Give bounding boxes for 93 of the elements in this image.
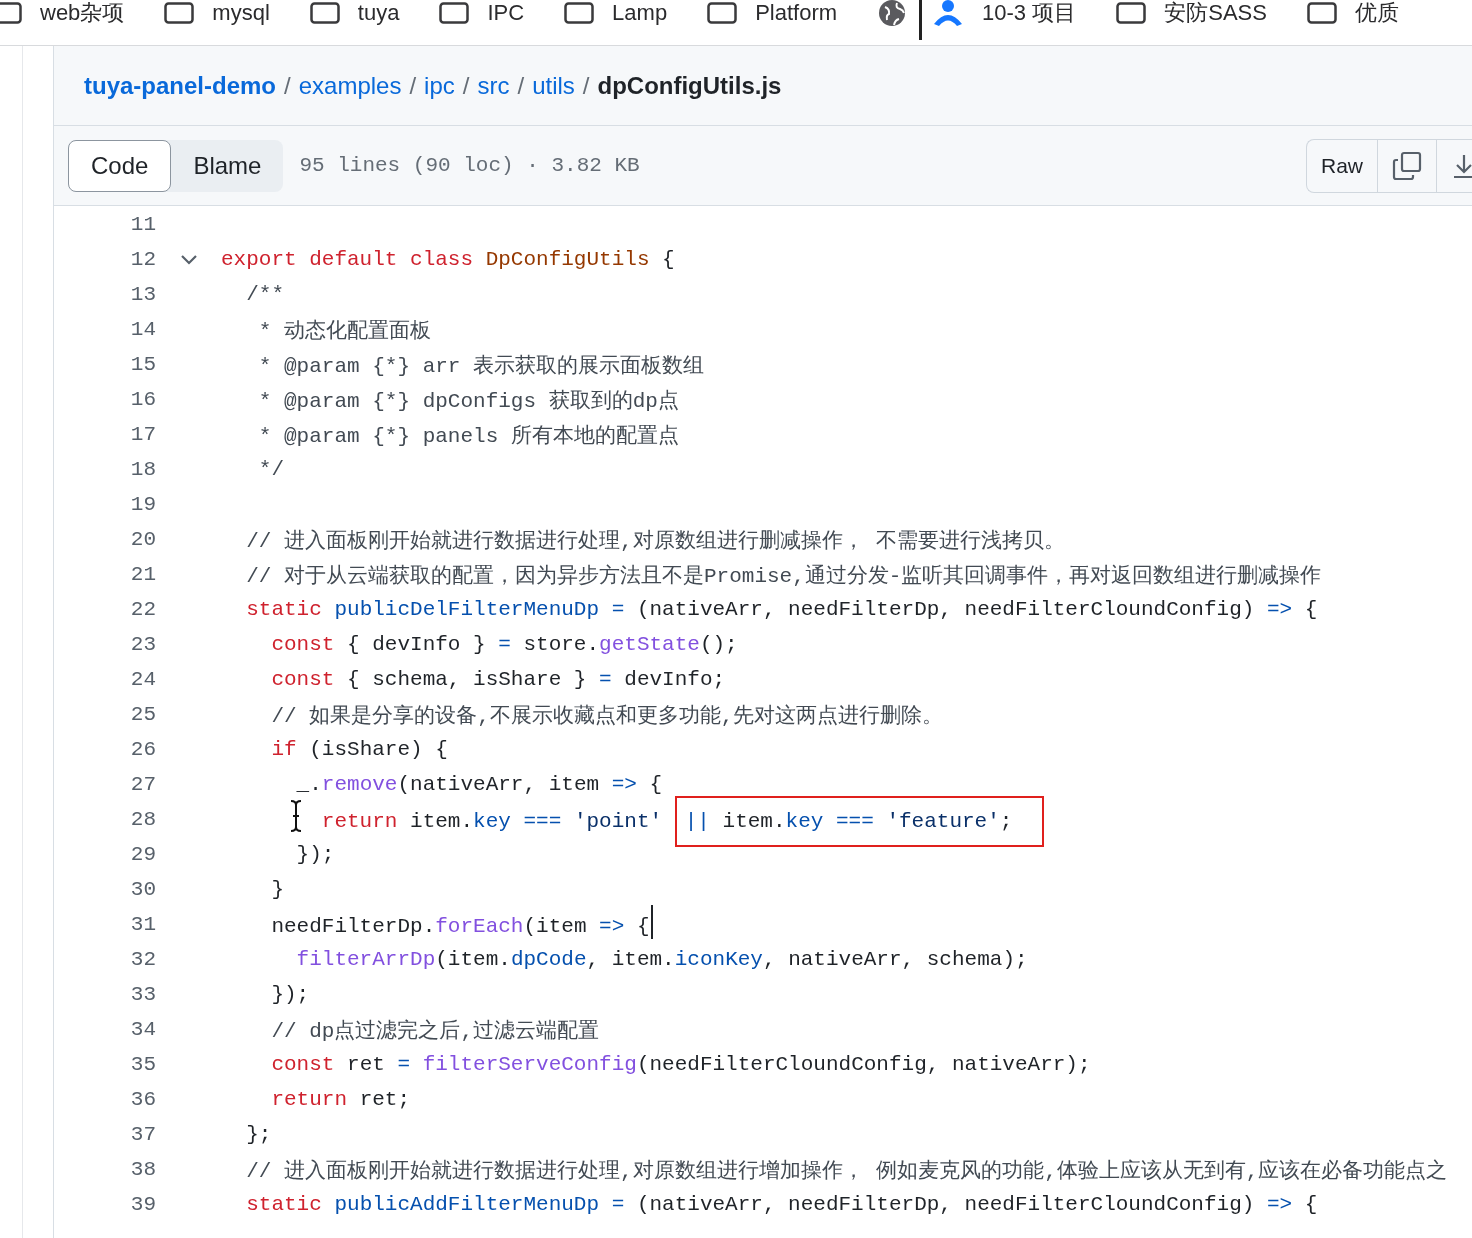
line-number: 24 xyxy=(129,668,156,691)
line-number: 25 xyxy=(129,703,156,726)
line-number: 18 xyxy=(129,458,156,481)
line-number: 32 xyxy=(129,948,156,971)
line-number: 28 xyxy=(129,808,156,831)
bookmark-folder[interactable]: Platform xyxy=(707,0,838,26)
code-line: // 如果是分享的设备,不展示收藏点和更多功能,先对这两点进行删除。 xyxy=(270,703,944,729)
line-number: 36 xyxy=(129,1088,156,1111)
path-separator: / xyxy=(409,71,417,100)
line-number: 21 xyxy=(129,563,156,586)
line-number: 22 xyxy=(129,598,156,621)
line-number: 20 xyxy=(129,528,156,551)
path-separator: / xyxy=(517,71,525,100)
line-number: 14 xyxy=(129,318,156,341)
bookmark-folder[interactable]: mysql xyxy=(164,0,270,26)
bookmark-link[interactable]: 10-3 项目 xyxy=(932,0,1077,28)
line-number: 27 xyxy=(129,773,156,796)
line-number: 34 xyxy=(129,1018,156,1041)
code-line: // dp点过滤完之后,过滤云端配置 xyxy=(270,1018,600,1044)
code-line: }); xyxy=(270,983,310,1006)
text-caret xyxy=(650,904,653,939)
line-number: 38 xyxy=(129,1158,156,1181)
code-line: const { schema, isShare } = devInfo; xyxy=(270,668,726,691)
code-line: // 进入面板刚开始就进行数据进行处理,对原数组进行删减操作， 不需要进行浅拷贝。 xyxy=(245,528,1066,554)
code-line: export default class DpConfigUtils { xyxy=(221,248,675,271)
path-separator: / xyxy=(462,71,470,100)
code-line: filterArrDp(item.dpCode, item.iconKey, nativeArr, schema); xyxy=(295,948,1028,971)
line-number: 15 xyxy=(129,353,156,376)
bookmark-folder[interactable]: 安防SASS xyxy=(1116,0,1267,28)
line-number: 30 xyxy=(129,878,156,901)
line-number: 13 xyxy=(129,283,156,306)
view-tab[interactable]: Blame xyxy=(171,139,284,192)
line-number: 29 xyxy=(129,843,156,866)
folder-icon xyxy=(439,1,470,24)
code-line: * @param {*} arr 表示获取的展示面板数组 xyxy=(257,353,705,379)
folder-icon xyxy=(1116,1,1147,24)
line-number: 31 xyxy=(129,913,156,936)
folder-icon xyxy=(707,1,738,24)
chevron-down-icon[interactable] xyxy=(179,253,198,266)
code-line: return ret; xyxy=(270,1088,411,1111)
line-number: 17 xyxy=(129,423,156,446)
file-info: 95 lines (90 loc) · 3.82 KB xyxy=(299,154,640,177)
code-line: }); xyxy=(295,843,335,866)
bookmark-folder[interactable]: Lamp xyxy=(564,0,668,26)
line-number: 11 xyxy=(129,213,156,236)
line-number: 33 xyxy=(129,983,156,1006)
folder-icon xyxy=(309,1,340,24)
code-line: needFilterDp.forEach(item => { xyxy=(221,911,650,938)
path-separator: / xyxy=(582,71,590,100)
bookmark-folder[interactable]: IPC xyxy=(439,0,525,26)
code-line: * @param {*} panels 所有本地的配置点 xyxy=(257,423,679,449)
breadcrumb-link[interactable]: src xyxy=(477,71,510,100)
line-number: 39 xyxy=(129,1193,156,1216)
line-number: 16 xyxy=(129,388,156,411)
folder-icon xyxy=(0,1,22,24)
code-line: const ret = filterServeConfig(needFilterCloundConfig, nativeArr); xyxy=(270,1053,1091,1076)
code-line: // 对于从云端获取的配置，因为异步方法且不是Promise,通过分发-监听其回调事件，再对返回数组进行删减操作 xyxy=(245,563,1322,589)
path-separator: / xyxy=(284,71,291,100)
bookmark-folder[interactable]: web杂项 xyxy=(0,0,125,28)
line-number: 12 xyxy=(129,248,156,271)
text-cursor-icon xyxy=(288,798,303,833)
line-number: 19 xyxy=(129,493,156,516)
bookmark-folder[interactable]: 优质 xyxy=(1306,0,1399,28)
code-line: * 动态化配置面板 xyxy=(257,318,431,344)
line-number: 26 xyxy=(129,738,156,761)
folder-icon xyxy=(164,1,195,24)
code-line: * @param {*} dpConfigs 获取到的dp点 xyxy=(257,388,679,414)
highlight-box: || item.key === 'feature'; xyxy=(674,795,1045,847)
bookmark-folder[interactable]: tuya xyxy=(309,0,400,26)
folder-icon xyxy=(564,1,595,24)
code-line: static publicAddFilterMenuDp = (nativeArr, needFilterDp, needFilterCloundConfig) => { xyxy=(245,1193,1318,1216)
code-line: _.remove(nativeArr, item => { xyxy=(295,773,663,796)
line-number: 35 xyxy=(129,1053,156,1076)
code-line: } xyxy=(270,878,284,901)
view-tab[interactable]: Code xyxy=(68,139,172,192)
code-line: */ xyxy=(257,458,284,481)
code-line: }; xyxy=(245,1123,272,1146)
breadcrumb-link[interactable]: utils xyxy=(532,71,575,100)
breadcrumb-link[interactable]: tuya-panel-demo xyxy=(84,71,277,100)
copy-icon xyxy=(1392,150,1422,181)
file-name: dpConfigUtils.js xyxy=(597,71,782,100)
person-app-icon[interactable] xyxy=(932,0,965,28)
globe-icon[interactable] xyxy=(877,0,908,28)
code-line: // 进入面板刚开始就进行数据进行处理,对原数组进行增加操作， 例如麦克风的功能,体验上应该从无到有,应该在必备功能点之 xyxy=(245,1158,1448,1184)
breadcrumb-link[interactable]: examples xyxy=(298,71,402,100)
code-line: const { devInfo } = store.getState(); xyxy=(270,633,738,656)
breadcrumb-link[interactable]: ipc xyxy=(424,71,455,100)
code-line: if (isShare) { xyxy=(270,738,448,761)
line-number: 23 xyxy=(129,633,156,656)
code-line: /** xyxy=(245,283,284,306)
folder-icon xyxy=(1306,1,1337,24)
code-line: static publicDelFilterMenuDp = (nativeArr, needFilterDp, needFilterCloundConfig) => { xyxy=(245,598,1318,621)
line-number: 37 xyxy=(129,1123,156,1146)
